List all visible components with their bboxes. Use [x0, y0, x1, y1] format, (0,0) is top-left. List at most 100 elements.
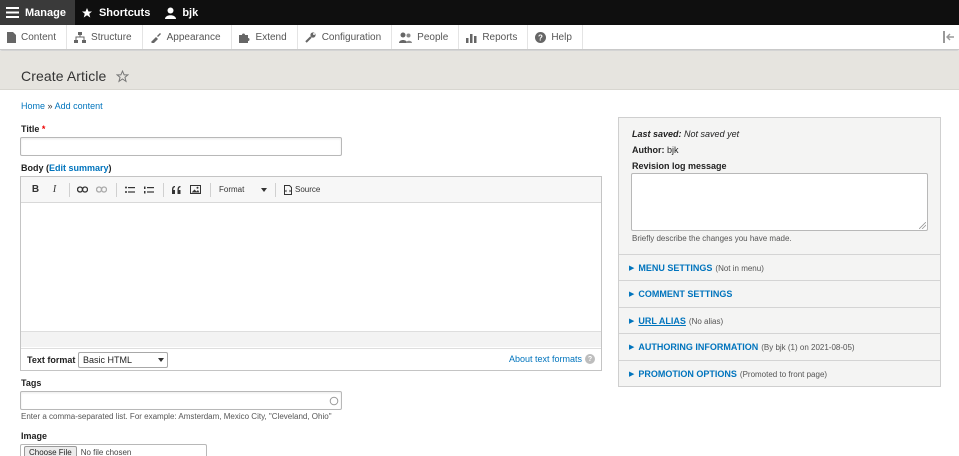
- text-format-wrapper: Text format Basic HTML About text format…: [21, 348, 601, 370]
- details-title: URL ALIAS: [638, 316, 686, 326]
- authoring-information-details[interactable]: ▶ AUTHORING INFORMATION (By bjk (1) on 2…: [619, 333, 940, 360]
- required-mark: *: [41, 124, 46, 134]
- user-icon: [165, 7, 177, 19]
- last-saved: Last saved: Not saved yet: [632, 129, 739, 139]
- text-format-value: Basic HTML: [83, 355, 133, 365]
- tags-input[interactable]: [20, 391, 342, 410]
- choose-file-button[interactable]: Choose File: [24, 446, 77, 456]
- promotion-options-details[interactable]: ▶ PROMOTION OPTIONS (Promoted to front p…: [619, 360, 940, 387]
- text-format-label: Text format: [27, 355, 76, 365]
- sitemap-icon: [74, 31, 87, 43]
- body-label: Body (Edit summary): [21, 163, 112, 173]
- unlink-icon: [96, 186, 107, 193]
- format-dropdown[interactable]: Format: [215, 181, 271, 198]
- shortcut-star-icon[interactable]: [116, 70, 129, 83]
- expand-triangle-icon: ▶: [629, 318, 635, 325]
- details-summary: (Promoted to front page): [739, 369, 828, 379]
- about-text-formats-label: About text formats: [508, 354, 582, 364]
- details-title: COMMENT SETTINGS: [638, 289, 733, 299]
- puzzle-icon: [238, 33, 250, 43]
- user-label: bjk: [182, 6, 199, 19]
- tray-item-configuration[interactable]: Configuration: [298, 25, 393, 49]
- tray-item-label: Content: [21, 31, 57, 43]
- link-button[interactable]: [74, 181, 91, 198]
- source-label: Source: [295, 185, 321, 194]
- tray-item-label: People: [417, 31, 449, 43]
- details-summary: (No alias): [688, 316, 724, 326]
- title-label: Title *: [21, 124, 45, 134]
- breadcrumb: Home » Add content: [21, 101, 103, 111]
- hamburger-icon: [6, 7, 19, 18]
- tray-item-reports[interactable]: Reports: [459, 25, 529, 49]
- menu-settings-details[interactable]: ▶ MENU SETTINGS (Not in menu): [619, 254, 940, 281]
- toolbar-separator: [116, 182, 117, 197]
- revision-log-description: Briefly describe the changes you have ma…: [632, 234, 792, 243]
- numbered-list-button[interactable]: [140, 181, 157, 198]
- collapse-tray-icon: [943, 31, 954, 43]
- numbered-list-icon: [143, 186, 154, 193]
- body-label-text: Body: [21, 163, 44, 173]
- editor-status-bar: [21, 331, 601, 347]
- star-icon: [81, 7, 92, 17]
- editor-toolbar: B I Format Source: [21, 177, 601, 203]
- manage-button[interactable]: Manage: [0, 0, 75, 25]
- details-title: PROMOTION OPTIONS: [638, 369, 737, 379]
- page-title: Create Article: [21, 68, 107, 84]
- author-label: Author:: [632, 145, 665, 155]
- bulleted-list-button[interactable]: [121, 181, 138, 198]
- last-saved-value: Not saved yet: [684, 129, 740, 139]
- bold-button[interactable]: B: [27, 181, 44, 198]
- select-caret-icon: [158, 358, 164, 362]
- wrench-icon: [304, 31, 316, 43]
- author-info: Author: bjk: [632, 145, 679, 155]
- about-text-formats-link[interactable]: About text formats ?: [509, 354, 595, 364]
- image-file-input: Choose File No file chosen: [20, 444, 207, 456]
- user-button[interactable]: bjk: [159, 0, 207, 25]
- last-saved-label: Last saved:: [632, 129, 682, 139]
- source-button[interactable]: Source: [280, 184, 324, 195]
- image-icon: [190, 185, 201, 194]
- tray-item-help[interactable]: ? Help: [528, 25, 583, 49]
- manage-label: Manage: [25, 6, 66, 19]
- italic-button[interactable]: I: [46, 181, 63, 198]
- tray-item-label: Structure: [91, 31, 132, 43]
- source-icon: [284, 184, 292, 195]
- author-value: bjk: [667, 145, 679, 155]
- tray-item-people[interactable]: People: [392, 25, 460, 49]
- admin-toolbar: Manage Shortcuts bjk: [0, 0, 959, 25]
- tray-item-content[interactable]: Content: [0, 25, 68, 49]
- help-icon: ?: [535, 31, 547, 43]
- expand-triangle-icon: ▶: [629, 291, 635, 298]
- revision-log-textarea[interactable]: [631, 173, 928, 231]
- entity-meta-sidebar: Last saved: Not saved yet Author: bjk Re…: [618, 117, 941, 387]
- shortcuts-button[interactable]: Shortcuts: [75, 0, 159, 25]
- tray-item-extend[interactable]: Extend: [232, 25, 298, 49]
- help-icon: ?: [585, 354, 595, 364]
- tray-item-label: Appearance: [166, 31, 221, 43]
- title-input[interactable]: [20, 137, 342, 156]
- expand-triangle-icon: ▶: [629, 371, 635, 378]
- resize-handle-icon[interactable]: [919, 222, 926, 229]
- tags-description: Enter a comma-separated list. For exampl…: [21, 412, 332, 421]
- text-format-select[interactable]: Basic HTML: [78, 352, 168, 368]
- comment-settings-details[interactable]: ▶ COMMENT SETTINGS: [619, 280, 940, 307]
- details-summary: (By bjk (1) on 2021-08-05): [761, 342, 855, 352]
- body-editor-area[interactable]: [21, 203, 601, 331]
- tray-item-structure[interactable]: Structure: [67, 25, 143, 49]
- format-label: Format: [219, 185, 245, 194]
- url-alias-details[interactable]: ▶ URL ALIAS (No alias): [619, 307, 940, 334]
- tray-orientation-toggle[interactable]: [943, 31, 955, 46]
- blockquote-button[interactable]: [168, 181, 185, 198]
- breadcrumb-separator: »: [47, 101, 53, 111]
- tray-item-appearance[interactable]: Appearance: [143, 25, 232, 49]
- file-icon: [7, 31, 16, 43]
- edit-summary-link[interactable]: Edit summary: [49, 163, 109, 173]
- toolbar-separator: [275, 182, 276, 197]
- quote-icon: [171, 185, 180, 194]
- breadcrumb-add-content[interactable]: Add content: [55, 101, 103, 111]
- image-button[interactable]: [187, 181, 204, 198]
- image-label: Image: [21, 431, 48, 441]
- toolbar-separator: [210, 182, 211, 197]
- breadcrumb-home[interactable]: Home: [21, 101, 45, 111]
- unlink-button[interactable]: [93, 181, 110, 198]
